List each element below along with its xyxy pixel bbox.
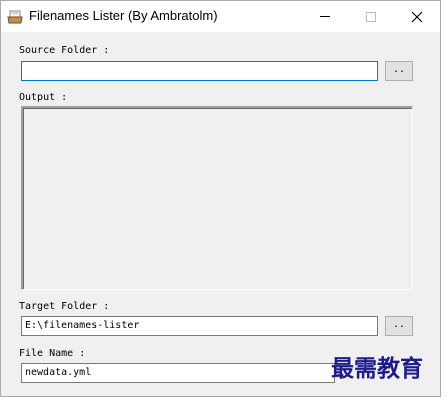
- target-folder-input[interactable]: E:\filenames-lister: [21, 316, 378, 336]
- minimize-button[interactable]: [302, 1, 348, 32]
- close-icon: [411, 11, 423, 22]
- source-browse-button[interactable]: ..: [385, 61, 413, 81]
- app-icon: [7, 8, 23, 24]
- file-name-label: File Name :: [19, 348, 86, 359]
- output-area[interactable]: [21, 106, 413, 290]
- source-folder-input[interactable]: [21, 61, 378, 81]
- output-label: Output :: [19, 92, 68, 103]
- window-title: Filenames Lister (By Ambratolm): [29, 8, 218, 23]
- file-name-input[interactable]: newdata.yml: [21, 363, 335, 383]
- target-browse-button[interactable]: ..: [385, 316, 413, 336]
- maximize-button[interactable]: [348, 1, 394, 32]
- watermark-text: 最需教育: [331, 355, 423, 382]
- close-button[interactable]: [394, 1, 440, 32]
- maximize-icon: [366, 11, 376, 22]
- source-folder-label: Source Folder :: [19, 45, 110, 56]
- target-folder-label: Target Folder :: [19, 301, 110, 312]
- minimize-icon: [320, 16, 330, 17]
- app-window: Filenames Lister (By Ambratolm) Source F…: [0, 0, 441, 397]
- title-bar[interactable]: Filenames Lister (By Ambratolm): [1, 1, 440, 32]
